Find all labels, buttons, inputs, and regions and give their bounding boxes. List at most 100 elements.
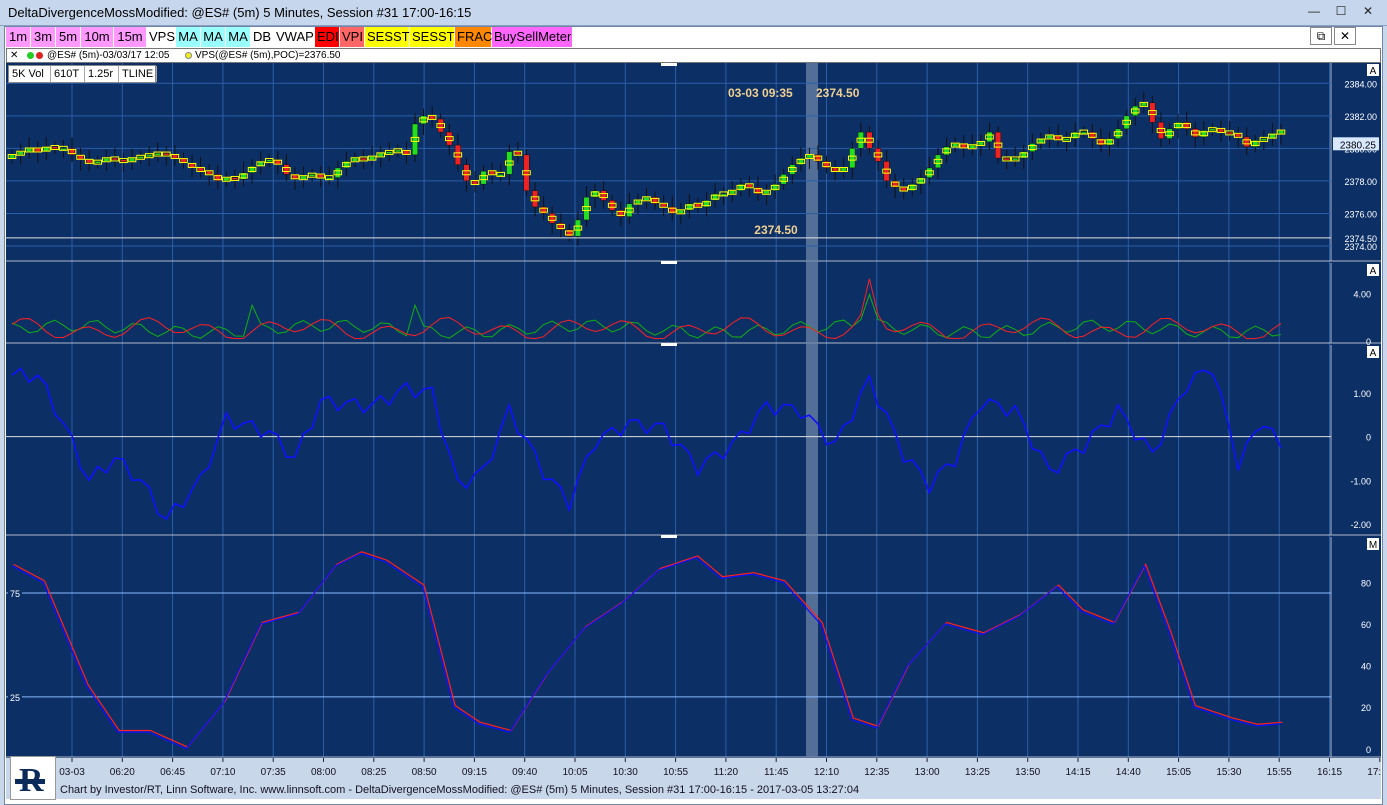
panel-handle-3 bbox=[661, 535, 677, 538]
panel4-label-0: 80 bbox=[1361, 579, 1371, 589]
toolbar-button-sesst-14[interactable]: SESST bbox=[410, 27, 455, 47]
x-label-24: 15:55 bbox=[1267, 767, 1292, 778]
stoch-blue-line bbox=[11, 552, 1282, 750]
chart-close-icon[interactable]: ✕ bbox=[1334, 27, 1356, 45]
candle-body-59 bbox=[514, 151, 521, 156]
candle-body-110 bbox=[952, 143, 959, 147]
candle-body-91 bbox=[789, 164, 796, 175]
maximize-button[interactable]: ☐ bbox=[1330, 4, 1352, 20]
toolbar-button-5m-2[interactable]: 5m bbox=[56, 27, 80, 47]
panel3-label-1: 0 bbox=[1366, 433, 1371, 443]
panel2-label-0: 4.00 bbox=[1353, 289, 1371, 299]
candle-body-49 bbox=[429, 115, 436, 120]
info-bar: ✕ @ES# (5m)-03/03/17 12:05 VPS(@ES# (5m)… bbox=[6, 48, 1381, 63]
x-label-5: 08:00 bbox=[311, 767, 336, 778]
candle-body-45 bbox=[394, 149, 401, 153]
x-label-11: 10:30 bbox=[613, 767, 638, 778]
candle-body-132 bbox=[1140, 102, 1147, 107]
x-label-22: 15:05 bbox=[1166, 767, 1191, 778]
x-label-13: 11:20 bbox=[714, 767, 739, 778]
close-button[interactable]: ✕ bbox=[1357, 4, 1379, 20]
candle-body-143 bbox=[1235, 133, 1242, 138]
candle-body-138 bbox=[1192, 128, 1199, 138]
candle-body-107 bbox=[926, 167, 933, 178]
candle-body-73 bbox=[634, 200, 641, 204]
candle-body-60 bbox=[523, 154, 530, 191]
candle-body-50 bbox=[437, 118, 444, 133]
candle-body-43 bbox=[377, 152, 384, 157]
toolbar-button-1m-0[interactable]: 1m bbox=[6, 27, 30, 47]
toolbar-button-frac-15[interactable]: FRAC bbox=[455, 27, 492, 47]
candle-body-112 bbox=[969, 144, 976, 149]
candle-body-18 bbox=[163, 152, 170, 156]
toolbar-button-db-9[interactable]: DB bbox=[251, 27, 273, 47]
toolbar-button-vpi-12[interactable]: VPI bbox=[340, 27, 364, 47]
candle-body-109 bbox=[943, 146, 950, 156]
hline-axis-label: 2374.50 bbox=[1344, 234, 1377, 244]
toolbar-button-ma-7[interactable]: MA bbox=[201, 27, 225, 47]
panel-handle-1 bbox=[661, 261, 677, 264]
panel-tag-2: A bbox=[1370, 348, 1377, 359]
toolbar-button-vwap-10[interactable]: VWAP bbox=[274, 27, 314, 47]
candle-body-80 bbox=[694, 203, 701, 208]
panel3-label-0: 1.00 bbox=[1353, 389, 1371, 399]
candle-body-115 bbox=[995, 131, 1002, 159]
candle-body-16 bbox=[146, 154, 153, 158]
candle-body-23 bbox=[206, 170, 213, 175]
toolbar-button-ma-8[interactable]: MA bbox=[226, 27, 250, 47]
chart-svg[interactable]: 2384.002382.002380.002378.002376.002374.… bbox=[6, 63, 1381, 783]
candle-body-140 bbox=[1209, 128, 1216, 132]
candle-body-104 bbox=[900, 187, 907, 191]
stoch-level-label-0: 75 bbox=[10, 589, 20, 599]
candle-body-113 bbox=[977, 141, 984, 146]
view-button-2[interactable]: 1.25r bbox=[85, 66, 119, 82]
x-label-16: 12:35 bbox=[864, 767, 889, 778]
view-button-1[interactable]: 610T bbox=[51, 66, 85, 82]
minimize-button[interactable]: — bbox=[1303, 4, 1325, 20]
toolbar-button-vps-5[interactable]: VPS bbox=[147, 27, 175, 47]
investor-rt-logo-icon: R bbox=[10, 756, 56, 800]
candle-body-141 bbox=[1217, 128, 1225, 133]
toolbar-button-buysellmeter-16[interactable]: BuySellMeter bbox=[492, 27, 572, 47]
x-label-1: 06:20 bbox=[110, 767, 135, 778]
candle-body-22 bbox=[197, 167, 204, 172]
status-dot-green-icon bbox=[27, 52, 34, 59]
status-dot-red-icon bbox=[36, 52, 43, 59]
toolbar-button-3m-1[interactable]: 3m bbox=[31, 27, 55, 47]
toolbar-button-15m-4[interactable]: 15m bbox=[114, 27, 146, 47]
candle-body-102 bbox=[883, 161, 890, 182]
vps-info: VPS(@ES# (5m),POC)=2376.50 bbox=[195, 50, 341, 61]
candle-body-53 bbox=[463, 164, 470, 182]
x-label-2: 06:45 bbox=[160, 767, 185, 778]
annotation-price: 2374.50 bbox=[816, 86, 860, 100]
candle-body-36 bbox=[317, 174, 324, 178]
view-button-3[interactable]: TLINE bbox=[119, 66, 157, 82]
toolbar-button-edi-11[interactable]: EDI bbox=[315, 27, 339, 47]
view-button-0[interactable]: 5K Vol bbox=[9, 66, 51, 82]
price-label-4: 2376.00 bbox=[1344, 209, 1377, 219]
hline-label: 2374.50 bbox=[754, 223, 798, 237]
candle-body-5 bbox=[51, 146, 58, 149]
candle-body-3 bbox=[34, 148, 41, 152]
panel4-label-3: 20 bbox=[1361, 703, 1371, 713]
candle-body-69 bbox=[600, 190, 607, 201]
toolbar-button-sesst-13[interactable]: SESST bbox=[365, 27, 410, 47]
candle-body-48 bbox=[420, 115, 427, 125]
candle-body-34 bbox=[300, 175, 307, 180]
candle-body-86 bbox=[746, 183, 753, 188]
candle-body-123 bbox=[1063, 138, 1070, 141]
restore-icon[interactable]: ⧉ bbox=[1310, 27, 1332, 45]
candle-body-63 bbox=[549, 213, 556, 224]
chart-area[interactable]: 2384.002382.002380.002378.002376.002374.… bbox=[6, 63, 1381, 783]
x-label-18: 13:25 bbox=[965, 767, 990, 778]
last-price-label: 2380.25 bbox=[1340, 140, 1377, 151]
candle-body-119 bbox=[1029, 143, 1036, 152]
panel2-label-1: 0 bbox=[1366, 337, 1371, 347]
toolbar-button-ma-6[interactable]: MA bbox=[176, 27, 200, 47]
x-label-8: 09:15 bbox=[462, 767, 487, 778]
candle-body-88 bbox=[763, 190, 770, 195]
stoch-level-label-1: 25 bbox=[10, 693, 20, 703]
info-close-icon[interactable]: ✕ bbox=[10, 49, 18, 62]
toolbar-button-10m-3[interactable]: 10m bbox=[81, 27, 113, 47]
candle-body-38 bbox=[334, 167, 341, 178]
